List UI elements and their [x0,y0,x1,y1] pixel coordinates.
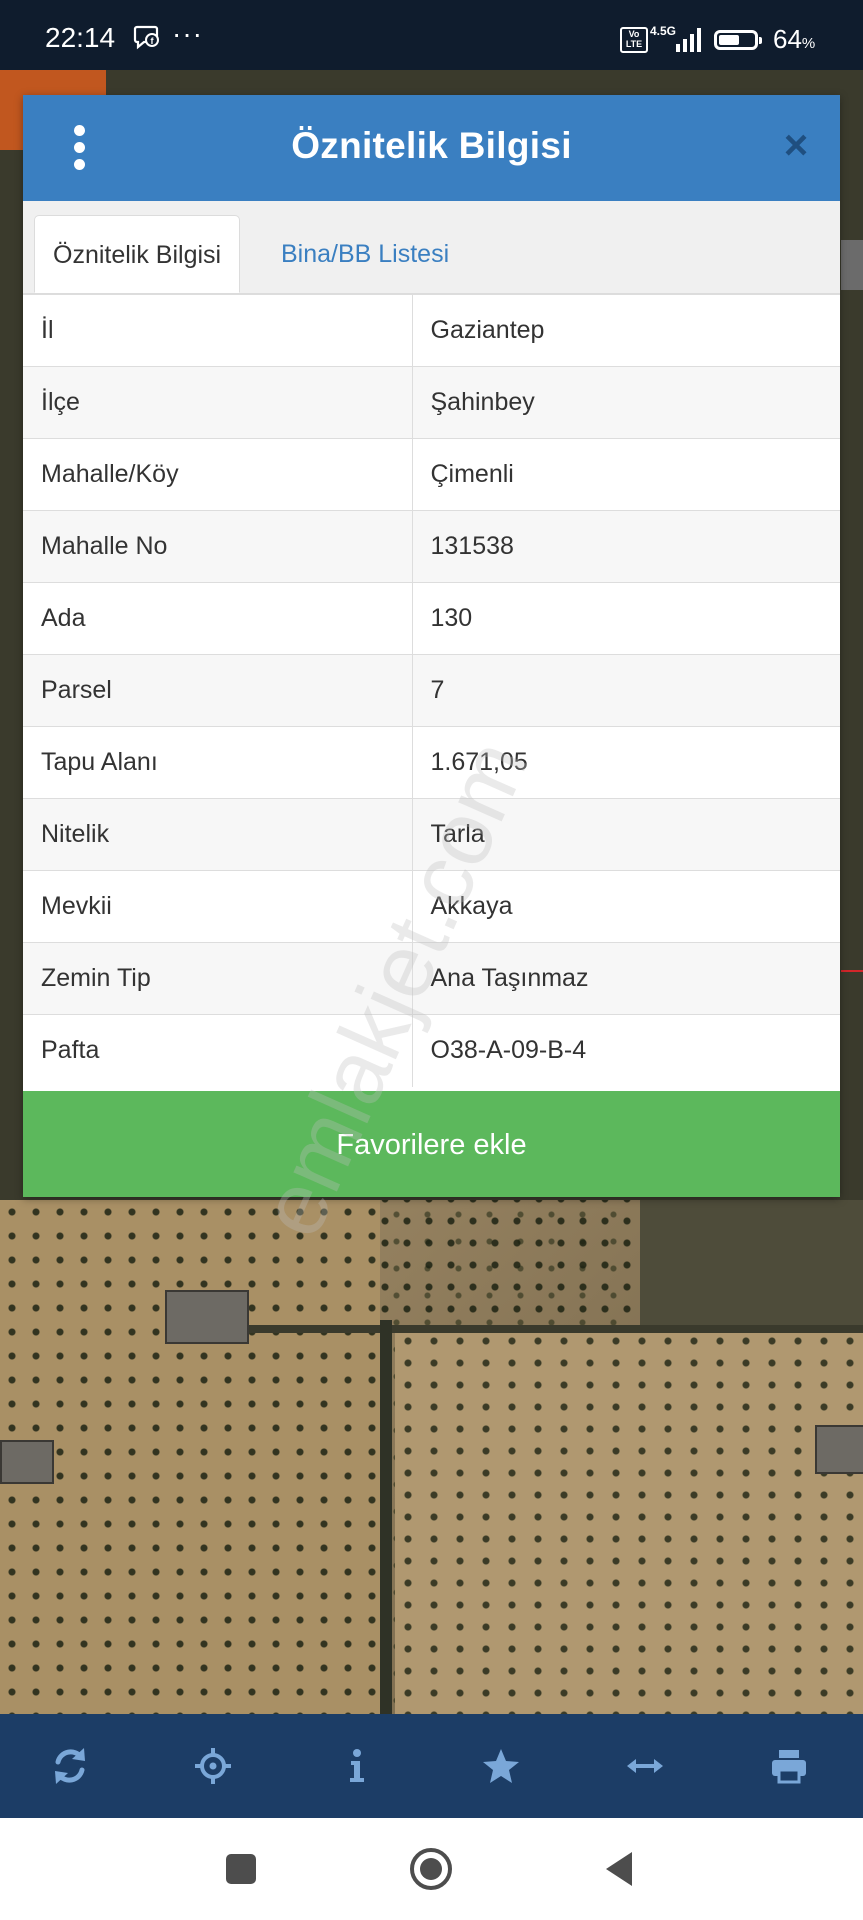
map-orchard-field [0,1200,380,1714]
status-time: 22:14 [45,22,116,53]
notification-icon: f [133,24,161,57]
attribute-key: Mahalle No [23,510,413,583]
attribute-key: Ada [23,582,413,655]
tab-attribute-info[interactable]: Öznitelik Bilgisi [34,215,241,293]
attribute-value: Tarla [412,798,840,871]
map-road [380,1320,392,1714]
attribute-value: Şahinbey [412,366,840,439]
dialog-title: Öznitelik Bilgisi [291,125,572,166]
star-icon[interactable] [471,1736,531,1796]
measure-icon[interactable] [615,1736,675,1796]
info-icon[interactable] [327,1736,387,1796]
attribute-value: Çimenli [412,438,840,511]
table-row: Pafta O38-A-09-B-4 [23,1014,840,1087]
attribute-value: O38-A-09-B-4 [412,1014,840,1087]
signal-icon [676,26,706,52]
attribute-value: 131538 [412,510,840,583]
attribute-key: İlçe [23,366,413,439]
print-icon[interactable] [759,1736,819,1796]
attribute-value: Gaziantep [412,294,840,367]
home-icon[interactable] [402,1840,460,1898]
map-dark-field [640,1200,863,1330]
refresh-icon[interactable] [40,1736,100,1796]
attribute-key: Parsel [23,654,413,727]
table-row: Mahalle/Köy Çimenli [23,438,840,511]
attribute-value: Ana Taşınmaz [412,942,840,1015]
map-orchard-field [395,1330,863,1714]
table-row: Zemin Tip Ana Taşınmaz [23,942,840,1015]
table-row: Mahalle No 131538 [23,510,840,583]
tab-building-list[interactable]: Bina/BB Listesi [263,215,467,293]
back-icon[interactable] [591,1840,649,1898]
attribute-value: 1.671,05 [412,726,840,799]
attribute-table: İl Gaziantep İlçe Şahinbey Mahalle/Köy Ç… [23,294,840,1087]
status-bar: 22:14 f ··· Vo LTE 4.5G 64% [0,0,863,70]
attribute-value: 7 [412,654,840,727]
attribute-value: Akkaya [412,870,840,943]
map-toolbar [0,1714,863,1818]
network-type-label: 4.5G [650,24,677,38]
attribute-key: Nitelik [23,798,413,871]
add-to-favorites-button[interactable]: Favorilere ekle [23,1091,840,1197]
map-road [200,1325,863,1333]
table-row: Parsel 7 [23,654,840,727]
attribute-value: 130 [412,582,840,655]
locate-icon[interactable] [183,1736,243,1796]
attribute-dialog: Öznitelik Bilgisi × Öznitelik Bilgisi Bi… [23,95,840,1197]
attribute-key: Zemin Tip [23,942,413,1015]
attribute-key: Pafta [23,1014,413,1087]
attribute-key: İl [23,294,413,367]
battery-level [719,35,740,45]
battery-icon [714,30,762,50]
map-scrollbar[interactable] [841,240,863,290]
close-icon[interactable]: × [774,123,818,167]
volte-icon: Vo LTE [620,27,648,53]
more-notifications-icon: ··· [172,18,203,49]
attribute-key: Mahalle/Köy [23,438,413,511]
dialog-header: Öznitelik Bilgisi × [23,95,840,201]
tab-bar: Öznitelik Bilgisi Bina/BB Listesi [23,201,840,294]
battery-percent: 64% [773,24,816,54]
system-nav-bar [0,1818,863,1920]
recent-apps-icon[interactable] [212,1840,270,1898]
table-row: Ada 130 [23,582,840,655]
table-row: Mevkii Akkaya [23,870,840,943]
map-building [165,1290,249,1344]
attribute-key: Mevkii [23,870,413,943]
attribute-key: Tapu Alanı [23,726,413,799]
table-row: İlçe Şahinbey [23,366,840,439]
table-row: Tapu Alanı 1.671,05 [23,726,840,799]
map-parcel-line [841,970,863,972]
map-building [0,1440,54,1484]
map-building [815,1425,863,1474]
table-row: Nitelik Tarla [23,798,840,871]
table-row: İl Gaziantep [23,294,840,367]
